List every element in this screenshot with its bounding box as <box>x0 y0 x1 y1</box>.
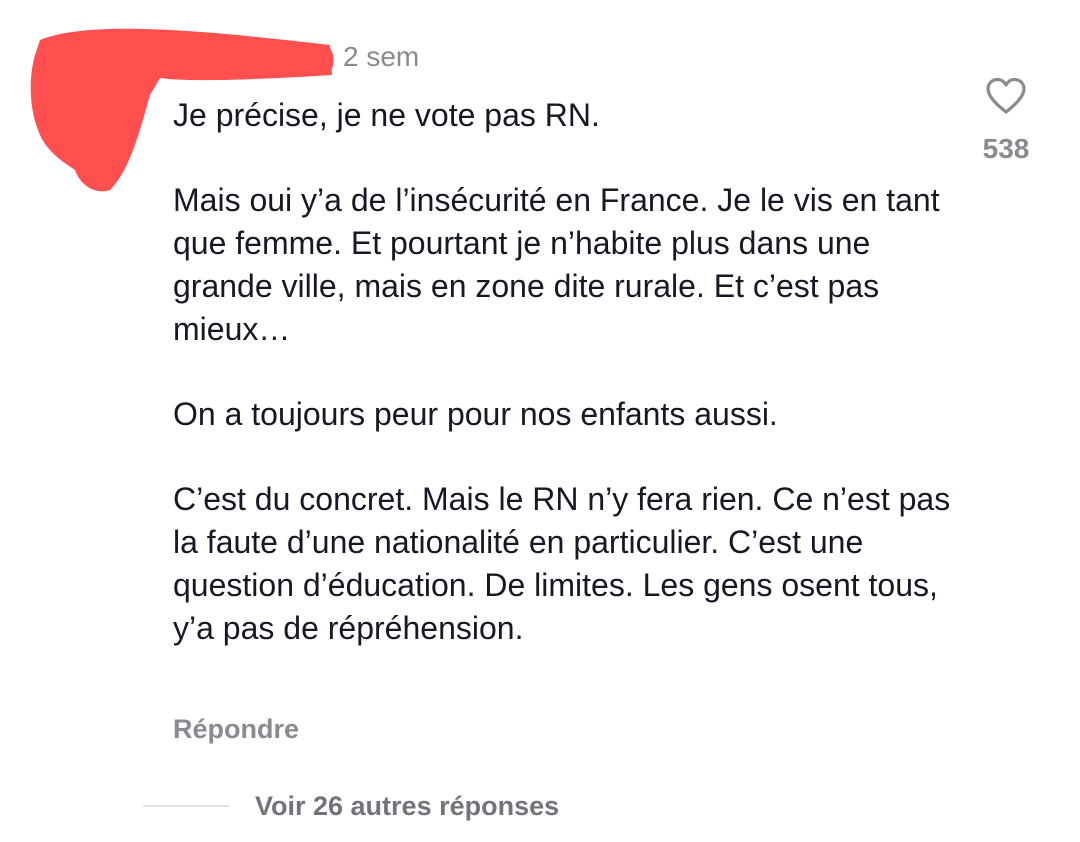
comment-paragraph: C’est du concret. Mais le RN n’y fera ri… <box>173 481 951 646</box>
like-section: 538 <box>970 76 1042 166</box>
divider-line <box>143 805 229 807</box>
like-count: 538 <box>982 133 1030 164</box>
view-more-replies-label: Voir 26 autres réponses <box>255 791 560 821</box>
comment-text: Je précise, je ne vote pas RN. Mais oui … <box>173 94 953 650</box>
heart-outline-icon[interactable] <box>984 76 1028 116</box>
comment-paragraph: Je précise, je ne vote pas RN. <box>173 97 600 133</box>
comment-paragraph: On a toujours peur pour nos enfants auss… <box>173 396 778 432</box>
reply-button[interactable]: Répondre <box>173 712 299 746</box>
comment-timestamp: 2 sem <box>343 41 420 72</box>
comment-paragraph: Mais oui y’a de l’insécurité en France. … <box>173 182 940 347</box>
view-more-replies-button[interactable]: Voir 26 autres réponses <box>143 786 559 826</box>
